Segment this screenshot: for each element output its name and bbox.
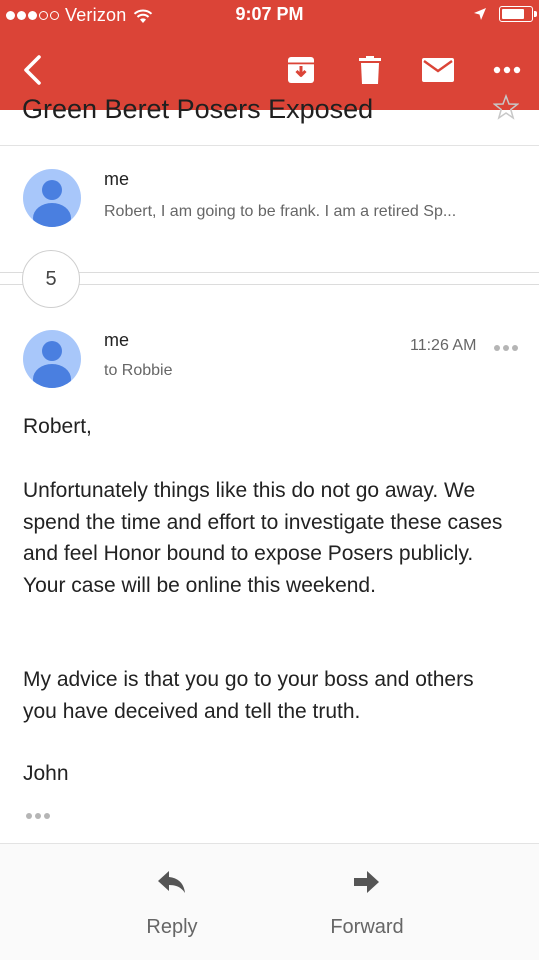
avatar xyxy=(23,330,81,388)
back-button[interactable] xyxy=(14,50,50,90)
delete-button[interactable] xyxy=(353,50,387,90)
forward-icon xyxy=(354,871,379,893)
back-arrow-icon xyxy=(24,55,41,85)
mail-icon xyxy=(422,58,454,82)
sender-name: me xyxy=(104,169,130,189)
archive-button[interactable] xyxy=(284,50,318,90)
mark-unread-button[interactable] xyxy=(419,50,457,90)
footer-actions: Reply Forward xyxy=(0,843,539,960)
star-icon[interactable] xyxy=(493,94,519,120)
status-right xyxy=(473,6,537,22)
message-snippet: Robert, I am going to be frank. I am a r… xyxy=(104,203,457,220)
location-arrow-icon xyxy=(474,8,486,20)
divider xyxy=(0,284,539,285)
battery-icon xyxy=(499,6,537,22)
trash-icon xyxy=(359,56,381,84)
archive-icon xyxy=(288,57,314,83)
email-subject: Green Beret Posers Exposed xyxy=(22,94,374,124)
collapsed-message[interactable]: me Robert, I am going to be frank. I am … xyxy=(0,147,539,272)
reply-icon xyxy=(158,871,185,893)
message-more-button[interactable] xyxy=(494,345,518,351)
forward-button[interactable]: Forward xyxy=(307,864,427,939)
message-time: 11:26 AM xyxy=(410,337,477,354)
divider xyxy=(0,272,539,273)
hidden-messages-count[interactable]: 5 xyxy=(22,250,80,308)
recipient-line[interactable]: to Robbie xyxy=(104,362,173,380)
more-options-button[interactable] xyxy=(490,50,524,90)
show-trimmed-content-button[interactable] xyxy=(26,813,50,819)
status-time: 9:07 PM xyxy=(235,4,304,24)
body-paragraph: Unfortunately things like this do not go… xyxy=(23,479,503,597)
status-bar: Verizon 9:07 PM xyxy=(0,0,539,32)
forward-label: Forward xyxy=(330,916,404,938)
reply-button[interactable]: Reply xyxy=(112,864,232,939)
body-paragraph: John xyxy=(23,762,69,785)
sender-name: me xyxy=(104,330,130,350)
reply-label: Reply xyxy=(146,916,198,938)
subject-row: Green Beret Posers Exposed xyxy=(0,92,539,146)
toolbar xyxy=(0,40,539,100)
body-paragraph: My advice is that you go to your boss an… xyxy=(23,668,474,723)
body-paragraph: Robert, xyxy=(23,415,92,438)
more-dots-icon xyxy=(493,66,521,74)
avatar xyxy=(23,169,81,227)
